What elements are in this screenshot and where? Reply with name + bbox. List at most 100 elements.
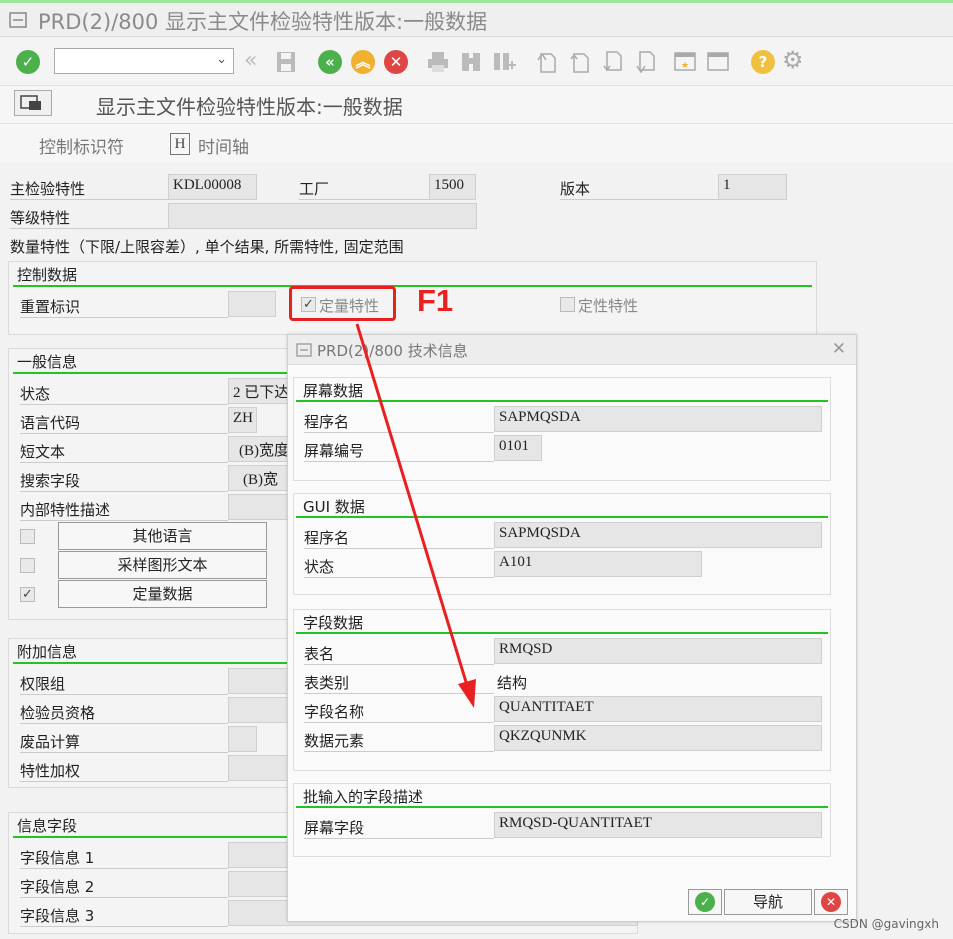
scrap-calc-label: 废品计算 bbox=[20, 733, 81, 751]
screen-program-field[interactable]: SAPMQSDA bbox=[494, 406, 822, 432]
weighting-label: 特性加权 bbox=[20, 762, 81, 780]
language-label: 语言代码 bbox=[20, 414, 81, 432]
general-info-title: 一般信息 bbox=[17, 353, 78, 371]
gui-data-title: GUI 数据 bbox=[303, 498, 365, 516]
find-next-icon[interactable] bbox=[492, 50, 516, 74]
screen-number-field[interactable]: 0101 bbox=[494, 435, 542, 461]
version-field[interactable]: 1 bbox=[718, 174, 787, 200]
inspector-qual-label: 检验员资格 bbox=[20, 704, 96, 722]
timeline-button[interactable]: 时间轴 bbox=[198, 133, 249, 158]
batch-input-title: 批输入的字段描述 bbox=[303, 788, 424, 806]
internal-desc-label: 内部特性描述 bbox=[20, 501, 111, 519]
first-page-icon[interactable] bbox=[535, 50, 559, 74]
chevron-down-icon[interactable]: ⌄ bbox=[216, 52, 227, 67]
close-icon[interactable]: ✕ bbox=[832, 339, 846, 359]
control-data-title: 控制数据 bbox=[17, 266, 78, 284]
scrap-calc-field[interactable] bbox=[228, 726, 257, 752]
help-icon[interactable]: ? bbox=[751, 50, 775, 74]
table-type-value: 结构 bbox=[497, 674, 528, 692]
screen-header: 显示主文件检验特性版本:一般数据 bbox=[0, 86, 953, 124]
cancel-icon[interactable]: ✕ bbox=[384, 50, 408, 74]
info-fields-title: 信息字段 bbox=[17, 817, 78, 835]
control-indicators-button[interactable]: 控制标识符 bbox=[39, 133, 124, 158]
back-disabled-icon: « bbox=[244, 48, 258, 73]
system-toolbar: ✓ ⌄ « « ︽ ✕ ★ ? ⚙ bbox=[0, 38, 953, 86]
table-type-label: 表类别 bbox=[304, 674, 350, 692]
application-toolbar: 控制标识符 H 时间轴 bbox=[0, 124, 953, 162]
data-element-label: 数据元素 bbox=[304, 732, 365, 750]
info-field-3-label: 字段信息 3 bbox=[20, 907, 95, 925]
next-page-icon[interactable] bbox=[601, 50, 625, 74]
gui-program-label: 程序名 bbox=[304, 529, 350, 547]
authority-group-label: 权限组 bbox=[20, 675, 66, 693]
find-icon[interactable] bbox=[459, 50, 483, 74]
gui-program-field[interactable]: SAPMQSDA bbox=[494, 522, 822, 548]
language-field[interactable]: ZH bbox=[228, 407, 257, 433]
general-info-group: 一般信息 状态 2 已下达 语言代码 ZH 短文本 (B)宽度 搜索字段 (B)… bbox=[8, 348, 298, 620]
short-text-label: 短文本 bbox=[20, 443, 66, 461]
table-name-label: 表名 bbox=[304, 645, 335, 663]
field-name-label: 字段名称 bbox=[304, 703, 365, 721]
info-field-2-label: 字段信息 2 bbox=[20, 878, 95, 896]
enter-icon[interactable]: ✓ bbox=[16, 50, 40, 74]
plant-field[interactable]: 1500 bbox=[429, 174, 476, 200]
print-icon[interactable] bbox=[426, 50, 450, 74]
save-icon[interactable] bbox=[274, 50, 298, 74]
status-label: 状态 bbox=[20, 385, 51, 403]
last-page-icon[interactable] bbox=[634, 50, 658, 74]
screen-data-title: 屏幕数据 bbox=[303, 382, 364, 400]
other-object-button[interactable] bbox=[14, 90, 52, 116]
menu-icon[interactable] bbox=[9, 12, 27, 28]
previous-page-icon[interactable] bbox=[568, 50, 592, 74]
new-window-icon[interactable]: ★ bbox=[673, 50, 697, 74]
shortcut-icon[interactable] bbox=[706, 50, 730, 74]
sample-graphic-text-button[interactable]: 采样图形文本 bbox=[58, 551, 267, 579]
exit-icon[interactable]: ︽ bbox=[351, 50, 375, 74]
master-char-label: 主检验特性 bbox=[10, 180, 86, 198]
plant-label: 工厂 bbox=[299, 180, 330, 198]
screen-program-label: 程序名 bbox=[304, 413, 350, 431]
quantitative-data-button[interactable]: 定量数据 bbox=[58, 580, 267, 608]
gui-status-field[interactable]: A101 bbox=[494, 551, 702, 577]
dialog-title-bar: PRD(2)/800 技术信息 ✕ bbox=[288, 335, 856, 365]
dialog-cancel-button[interactable]: ✕ bbox=[814, 889, 848, 915]
other-language-button[interactable]: 其他语言 bbox=[58, 522, 267, 550]
reset-indicator-label: 重置标识 bbox=[20, 298, 81, 316]
master-char-field[interactable]: KDL00008 bbox=[168, 174, 257, 200]
sample-text-checkbox bbox=[20, 558, 35, 573]
screen-data-group: 屏幕数据 程序名 SAPMQSDA 屏幕编号 0101 bbox=[293, 377, 831, 481]
data-element-field[interactable]: QKZQUNMK bbox=[494, 725, 822, 751]
table-name-field[interactable]: RMQSD bbox=[494, 638, 822, 664]
field-data-title: 字段数据 bbox=[303, 614, 364, 632]
class-char-field[interactable] bbox=[168, 203, 477, 229]
batch-input-group: 批输入的字段描述 屏幕字段 RMQSD-QUANTITAET bbox=[293, 783, 831, 857]
search-field-label: 搜索字段 bbox=[20, 472, 81, 490]
highlight-box bbox=[289, 286, 396, 321]
other-lang-checkbox bbox=[20, 529, 35, 544]
confirm-button[interactable]: ✓ bbox=[688, 889, 722, 915]
navigate-button[interactable]: 导航 bbox=[724, 889, 812, 915]
watermark: CSDN @gavingxh bbox=[833, 917, 939, 931]
command-field[interactable]: ⌄ bbox=[54, 48, 234, 74]
title-bar: PRD(2)/800 显示主文件检验特性版本:一般数据 bbox=[0, 3, 953, 37]
additional-info-group: 附加信息 权限组 检验员资格 废品计算 特性加权 bbox=[8, 638, 298, 788]
window-title: PRD(2)/800 显示主文件检验特性版本:一般数据 bbox=[38, 10, 488, 34]
qualitative-checkbox[interactable] bbox=[560, 297, 575, 312]
f1-annotation: F1 bbox=[417, 283, 454, 318]
svg-text:★: ★ bbox=[681, 61, 689, 71]
info-field-1-label: 字段信息 1 bbox=[20, 849, 95, 867]
technical-info-dialog: PRD(2)/800 技术信息 ✕ 屏幕数据 程序名 SAPMQSDA 屏幕编号… bbox=[287, 334, 857, 922]
field-name-field[interactable]: QUANTITAET bbox=[494, 696, 822, 722]
back-icon[interactable]: « bbox=[318, 50, 342, 74]
screen-title: 显示主文件检验特性版本:一般数据 bbox=[96, 95, 403, 119]
object-switch-icon bbox=[20, 95, 41, 110]
char-description: 数量特性（下限/上限容差）, 单个结果, 所需特性, 固定范围 bbox=[10, 238, 404, 256]
qualitative-label: 定性特性 bbox=[578, 297, 639, 315]
dialog-menu-icon[interactable] bbox=[296, 343, 312, 357]
timeline-key-icon: H bbox=[170, 133, 190, 155]
reset-indicator-field[interactable] bbox=[228, 291, 276, 317]
settings-gear-icon[interactable]: ⚙ bbox=[782, 48, 806, 72]
gui-data-group: GUI 数据 程序名 SAPMQSDA 状态 A101 bbox=[293, 493, 831, 595]
screen-field-field[interactable]: RMQSD-QUANTITAET bbox=[494, 812, 822, 838]
field-data-group: 字段数据 表名 RMQSD 表类别 结构 字段名称 QUANTITAET 数据元… bbox=[293, 609, 831, 771]
